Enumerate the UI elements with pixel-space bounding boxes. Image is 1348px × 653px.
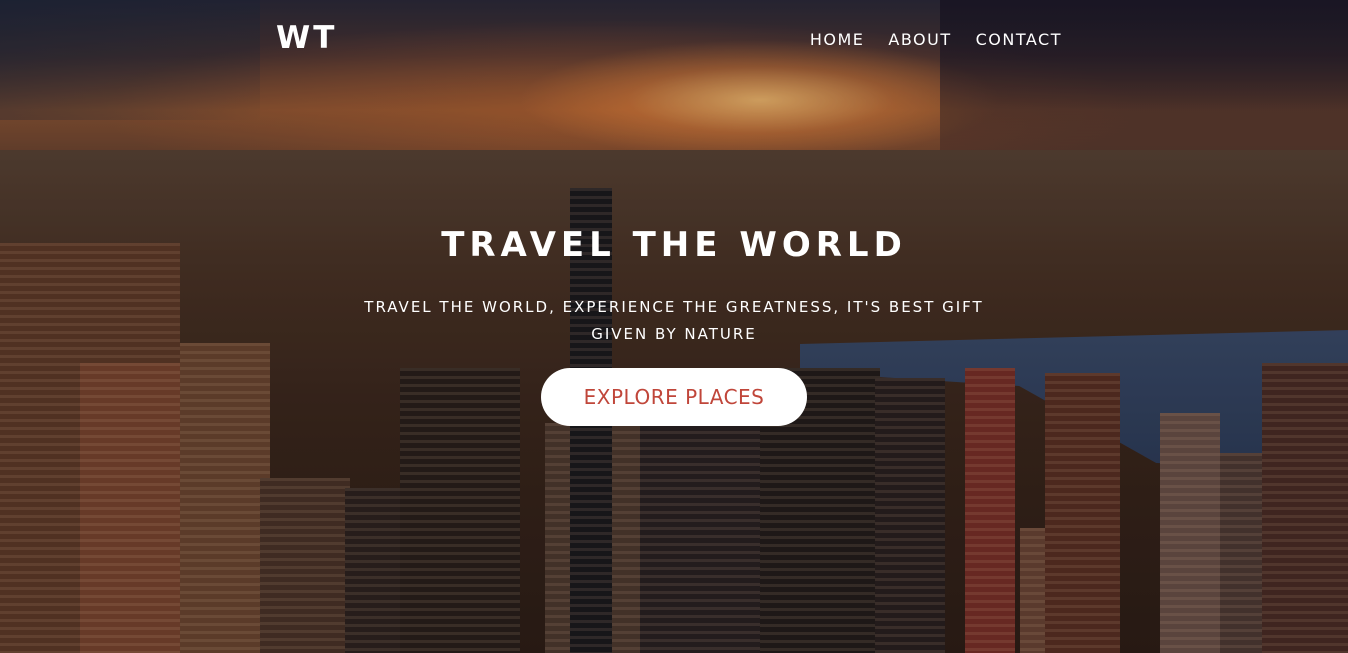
hero-content: TRAVEL THE WORLD TRAVEL THE WORLD, EXPER…	[0, 222, 1348, 426]
nav-link-contact[interactable]: CONTACT	[976, 30, 1062, 50]
navbar: WT HOME ABOUT CONTACT	[0, 0, 1348, 80]
hero-section: WT HOME ABOUT CONTACT TRAVEL THE WORLD T…	[0, 0, 1348, 653]
explore-places-button[interactable]: EXPLORE PLACES	[541, 368, 807, 426]
nav-link-home[interactable]: HOME	[810, 30, 865, 50]
site-logo[interactable]: WT	[276, 18, 337, 58]
hero-subtitle: TRAVEL THE WORLD, EXPERIENCE THE GREATNE…	[364, 298, 984, 343]
hero-title: TRAVEL THE WORLD	[441, 225, 907, 265]
nav-link-about[interactable]: ABOUT	[888, 30, 951, 50]
nav-links: HOME ABOUT CONTACT	[810, 30, 1062, 50]
